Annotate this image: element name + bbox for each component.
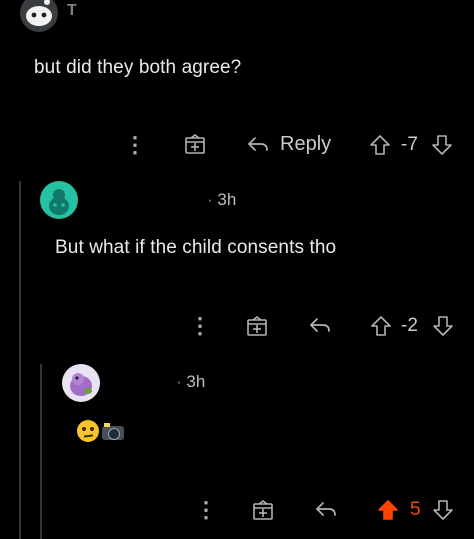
thread-line[interactable] [40,364,42,539]
thread-line[interactable] [19,181,21,539]
reply-button[interactable]: Reply [246,133,331,156]
avatar[interactable] [40,181,78,219]
more-options-button[interactable]: ⋮ [124,134,146,156]
reply-icon [310,318,330,332]
vote-score: 5 [410,499,421,520]
camera-flash-icon [101,421,125,441]
upvote-filled-icon[interactable] [377,499,399,521]
award-icon[interactable] [246,315,268,337]
downvote-icon[interactable] [432,499,454,521]
vote-score: -7 [401,134,418,155]
timestamp-text: 3h [217,190,237,209]
downvote-icon[interactable] [432,315,454,337]
username-redacted [88,190,206,212]
downvote-icon[interactable] [431,134,453,156]
upvote-icon[interactable] [369,134,391,156]
award-icon[interactable] [252,499,274,521]
timestamp: · 3h [176,372,206,391]
avatar[interactable] [62,364,100,402]
emoji-reaction [77,420,125,442]
comment-text: But what if the child consents tho [55,237,337,258]
purple-character-icon [70,373,92,396]
username[interactable]: T [67,2,77,20]
vote-score: -2 [401,315,418,336]
reddit-snoo-icon [49,189,69,215]
more-options-button[interactable]: ⋮ [195,499,217,521]
reply-icon [246,134,270,156]
comment-text: but did they both agree? [34,57,242,78]
timestamp: · 3h [207,190,237,209]
timestamp-text: 3h [186,372,206,391]
username-redacted [110,371,182,393]
upvote-icon[interactable] [370,315,392,337]
reply-button[interactable] [314,499,338,521]
avatar[interactable] [20,0,58,32]
more-options-button[interactable]: ⋮ [189,315,211,337]
reply-label: Reply [280,133,332,155]
unamused-face-icon [77,420,99,442]
award-icon[interactable] [184,133,206,155]
reply-icon [316,502,336,516]
reply-button[interactable] [308,315,332,337]
reddit-snoo-icon [26,0,52,26]
